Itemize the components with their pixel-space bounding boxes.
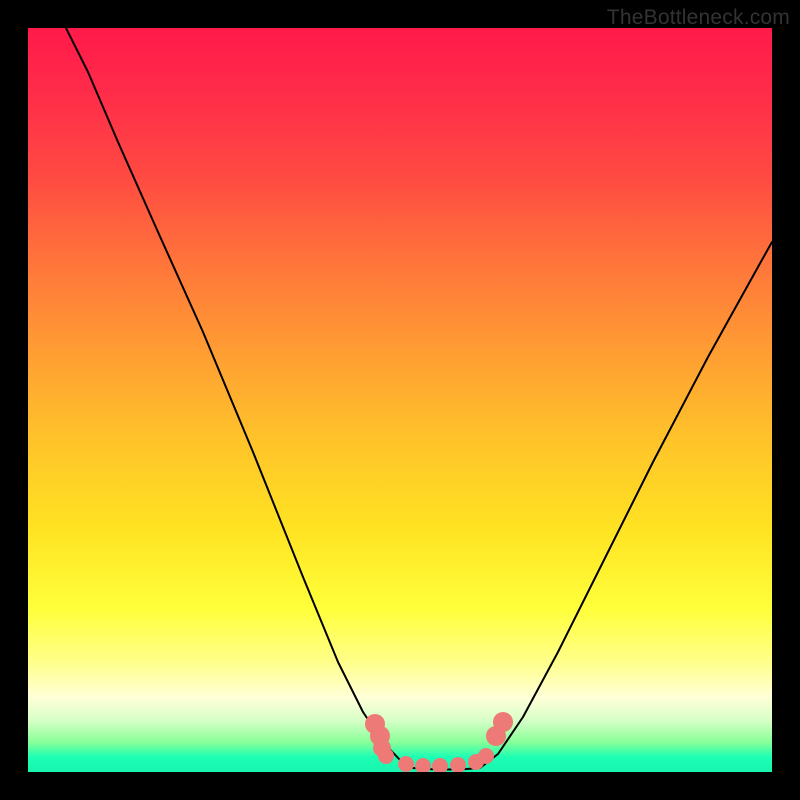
marker-dot bbox=[493, 712, 513, 732]
marker-dot bbox=[378, 748, 394, 764]
marker-dot bbox=[450, 757, 466, 772]
watermark-text: TheBottleneck.com bbox=[607, 6, 790, 30]
data-markers bbox=[365, 712, 513, 772]
marker-dot bbox=[415, 758, 431, 772]
curve-right-curve bbox=[480, 242, 772, 768]
marker-dot bbox=[432, 758, 448, 772]
chart-plot-area bbox=[28, 28, 772, 772]
marker-dot bbox=[478, 748, 494, 764]
chart-svg bbox=[28, 28, 772, 772]
curve-lines bbox=[66, 28, 772, 770]
curve-left-curve bbox=[66, 28, 413, 768]
marker-dot bbox=[398, 756, 414, 772]
